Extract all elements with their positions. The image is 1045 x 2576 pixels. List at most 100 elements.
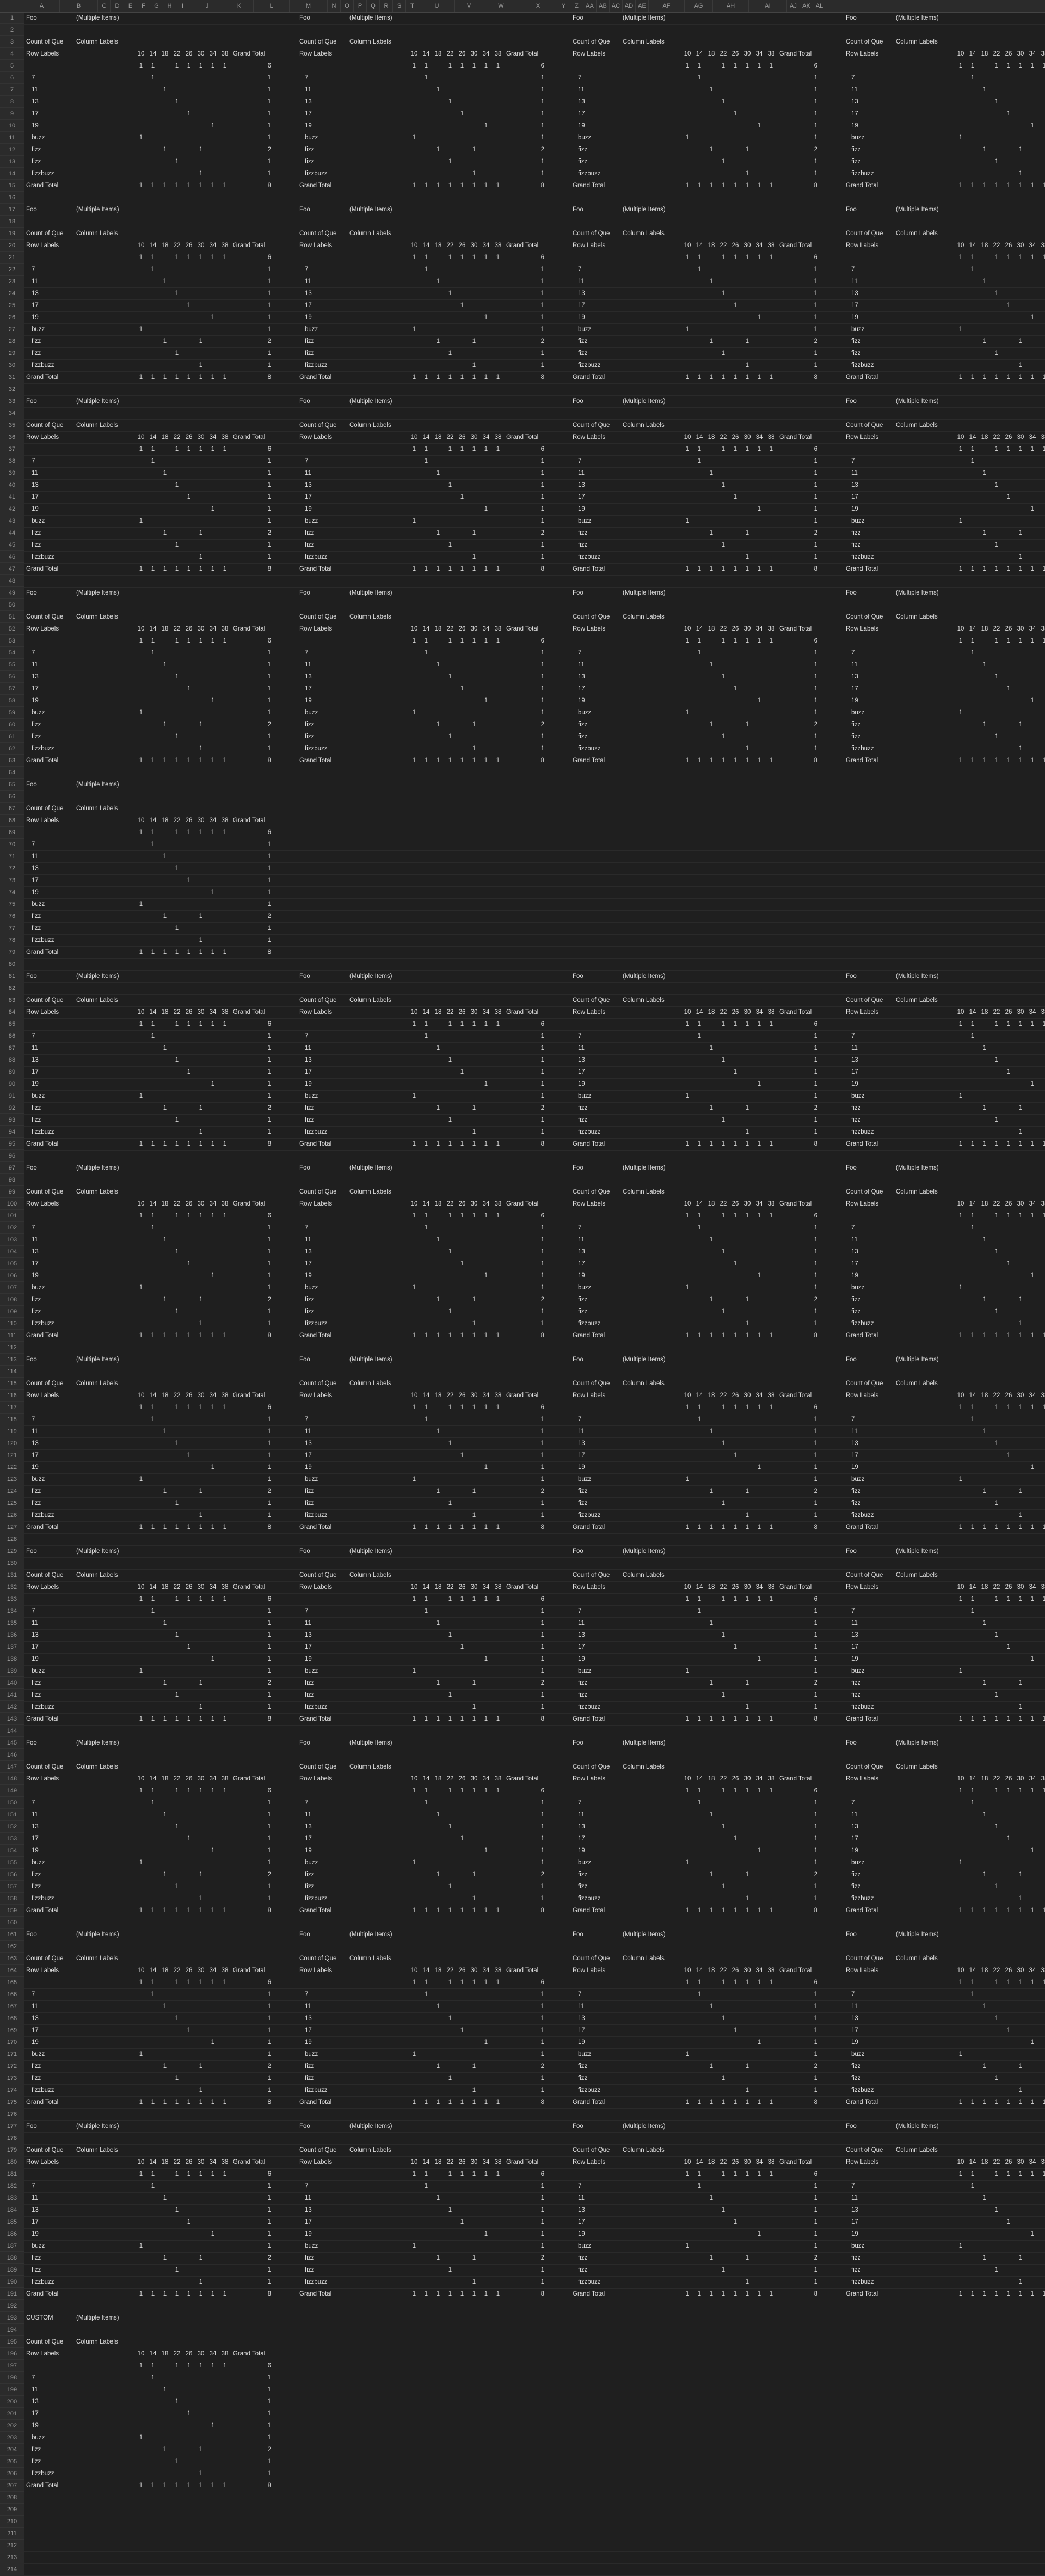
pivot-cell[interactable]: 1 (1015, 1713, 1026, 1725)
pivot-cell[interactable]: 1 (1003, 371, 1015, 383)
pivot-cell[interactable]: 1 (207, 827, 219, 839)
pivot-col-key[interactable]: 38 (765, 2156, 777, 2168)
pivot-count-label[interactable]: Count of Que (299, 1186, 336, 1198)
pivot-col-key[interactable]: 34 (207, 431, 219, 443)
pivot-row-label[interactable]: 17 (32, 491, 39, 503)
pivot-row-label[interactable]: fizzbuzz (305, 1701, 328, 1713)
pivot-row-total[interactable]: 1 (506, 1509, 544, 1521)
row-header-197[interactable]: 197 (0, 2360, 24, 2372)
pivot-row-total[interactable]: 2 (233, 1677, 271, 1689)
pivot-cell[interactable]: 1 (444, 671, 456, 683)
pivot-cell[interactable]: 1 (705, 1234, 717, 1246)
pivot-row-label[interactable]: 19 (32, 1078, 39, 1090)
pivot-row-labels[interactable]: Row Labels (573, 1390, 605, 1402)
pivot-row-total[interactable]: 1 (779, 287, 817, 299)
pivot-grand-total-header[interactable]: Grand Total (233, 2156, 265, 2168)
pivot-col-key[interactable]: 22 (991, 48, 1003, 60)
pivot-cell[interactable]: 1 (432, 1809, 444, 1821)
pivot-cell[interactable]: 1 (717, 2168, 729, 2180)
pivot-cell[interactable]: 1 (705, 276, 717, 287)
pivot-row-total[interactable]: 6 (506, 635, 544, 647)
pivot-cell[interactable]: 1 (741, 551, 753, 563)
pivot-cell[interactable]: 1 (195, 1138, 207, 1150)
pivot-col-key[interactable]: 10 (955, 623, 967, 635)
pivot-cell[interactable]: 1 (207, 1977, 219, 1988)
row-header-29[interactable]: 29 (0, 347, 24, 359)
pivot-row-label[interactable]: fizzbuzz (578, 743, 601, 755)
pivot-row-total[interactable]: 1 (779, 671, 817, 683)
pivot-row-label[interactable]: buzz (305, 2240, 318, 2252)
pivot-row-label[interactable]: fizz (32, 910, 41, 922)
pivot-cell[interactable]: 1 (1038, 1018, 1045, 1030)
pivot-cell[interactable]: 1 (967, 2288, 979, 2300)
pivot-cell[interactable]: 1 (991, 1437, 1003, 1449)
pivot-cell[interactable]: 1 (967, 455, 979, 467)
row-header-112[interactable]: 112 (0, 1342, 24, 1354)
pivot-cell[interactable]: 1 (1038, 60, 1045, 72)
pivot-cell[interactable]: 1 (195, 371, 207, 383)
column-header-E[interactable]: E (124, 0, 137, 12)
pivot-grand-total-label[interactable]: Grand Total (26, 1521, 58, 1533)
pivot-cell[interactable]: 1 (717, 1977, 729, 1988)
pivot-row-label[interactable]: buzz (32, 707, 45, 719)
pivot-cell[interactable]: 1 (1003, 1330, 1015, 1342)
pivot-cell[interactable]: 1 (195, 1593, 207, 1605)
pivot-column-labels[interactable]: Column Labels (623, 1761, 665, 1773)
pivot-column-labels[interactable]: Column Labels (896, 36, 938, 48)
pivot-filter-value[interactable]: (Multiple Items) (896, 970, 939, 982)
column-header-A[interactable]: A (24, 0, 60, 12)
row-header-11[interactable]: 11 (0, 132, 24, 144)
pivot-cell[interactable]: 1 (171, 1689, 183, 1701)
pivot-cell[interactable]: 1 (195, 180, 207, 192)
row-header-97[interactable]: 97 (0, 1162, 24, 1174)
pivot-col-key[interactable]: 10 (135, 1198, 147, 1210)
pivot-count-label[interactable]: Count of Que (299, 994, 336, 1006)
pivot-row-total[interactable]: 1 (233, 108, 271, 120)
pivot-cell[interactable]: 1 (1003, 60, 1015, 72)
pivot-cell[interactable]: 1 (195, 527, 207, 539)
pivot-col-key[interactable]: 14 (693, 48, 705, 60)
pivot-row-total[interactable]: 1 (779, 1497, 817, 1509)
pivot-row-label[interactable]: fizz (578, 1294, 587, 1306)
column-header-AF[interactable]: AF (649, 0, 685, 12)
pivot-cell[interactable]: 1 (456, 2096, 468, 2108)
pivot-cell[interactable]: 1 (159, 1330, 171, 1342)
pivot-row-label[interactable]: fizz (32, 719, 41, 731)
pivot-cell[interactable]: 1 (765, 1138, 777, 1150)
pivot-col-key[interactable]: 34 (480, 1965, 492, 1977)
pivot-row-total[interactable]: 1 (233, 1054, 271, 1066)
pivot-cell[interactable]: 1 (432, 371, 444, 383)
row-header-178[interactable]: 178 (0, 2132, 24, 2144)
pivot-col-key[interactable]: 26 (729, 48, 741, 60)
pivot-row-label[interactable]: fizz (32, 1497, 41, 1509)
pivot-row-total[interactable]: 1 (506, 1797, 544, 1809)
row-header-68[interactable]: 68 (0, 815, 24, 827)
pivot-cell[interactable]: 1 (408, 132, 420, 144)
pivot-filter-value[interactable]: (Multiple Items) (76, 2120, 119, 2132)
pivot-count-label[interactable]: Count of Que (846, 2144, 883, 2156)
pivot-cell[interactable]: 1 (480, 755, 492, 767)
pivot-row-label[interactable]: fizz (851, 347, 860, 359)
pivot-cell[interactable]: 1 (979, 2096, 991, 2108)
pivot-count-label[interactable]: Count of Que (846, 994, 883, 1006)
pivot-col-key[interactable]: 18 (159, 1965, 171, 1977)
row-header-62[interactable]: 62 (0, 743, 24, 755)
pivot-row-total[interactable]: 6 (233, 635, 271, 647)
pivot-cell[interactable]: 1 (480, 1845, 492, 1857)
pivot-row-label[interactable]: 19 (578, 1653, 585, 1665)
row-header-151[interactable]: 151 (0, 1809, 24, 1821)
pivot-row-total[interactable]: 6 (779, 60, 817, 72)
pivot-grand-sum[interactable]: 8 (506, 2096, 544, 2108)
pivot-col-key[interactable]: 26 (729, 240, 741, 252)
pivot-count-label[interactable]: Count of Que (26, 611, 63, 623)
pivot-row-total[interactable]: 1 (779, 72, 817, 84)
pivot-row-label[interactable]: 17 (305, 2216, 312, 2228)
pivot-cell[interactable]: 1 (159, 1234, 171, 1246)
pivot-cell[interactable]: 1 (159, 1521, 171, 1533)
pivot-row-label[interactable]: fizz (851, 719, 860, 731)
pivot-row-label[interactable]: fizzbuzz (578, 1701, 601, 1713)
row-header-167[interactable]: 167 (0, 2000, 24, 2012)
pivot-col-key[interactable]: 22 (717, 2156, 729, 2168)
pivot-cell[interactable]: 1 (693, 563, 705, 575)
pivot-cell[interactable]: 1 (765, 371, 777, 383)
